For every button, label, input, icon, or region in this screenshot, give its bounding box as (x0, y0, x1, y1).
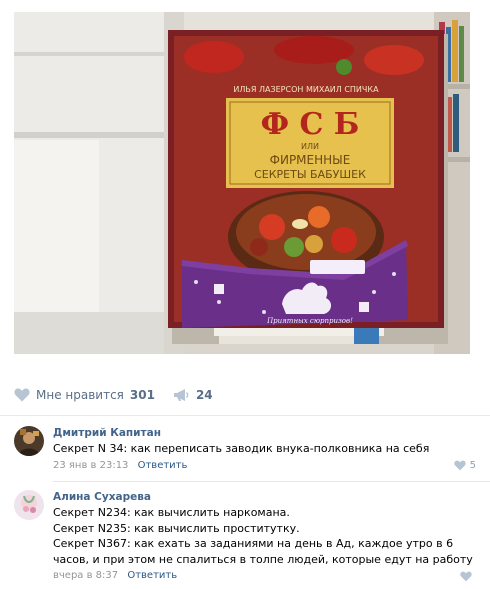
like-label[interactable]: Мне нравится (36, 388, 124, 402)
reply-link[interactable]: Ответить (127, 570, 177, 581)
avatar[interactable] (14, 426, 44, 456)
comment-text: Секрет N234: как вычислить наркомана. Се… (53, 505, 476, 567)
megaphone-icon[interactable] (173, 388, 191, 402)
comment-date[interactable]: 23 янв в 23:13 (53, 460, 128, 471)
comment-author[interactable]: Алина Сухарева (53, 490, 476, 504)
comment-item: Дмитрий Капитан Секрет N 34: как перепис… (14, 426, 476, 478)
post-photo[interactable]: ИЛЬЯ ЛАЗЕРСОН МИХАИЛ СПИЧКА Ф С Б ИЛИ ФИ… (14, 12, 470, 354)
reply-link[interactable]: Ответить (138, 460, 188, 471)
comment-text-line: Секрет N235: как вычислить проститутку. (53, 521, 300, 535)
comment-author[interactable]: Дмитрий Капитан (53, 426, 476, 440)
book-title-big: Ф С Б (261, 107, 360, 142)
heart-icon[interactable] (460, 571, 472, 582)
comment-item: Алина Сухарева Секрет N234: как вычислит… (14, 490, 476, 584)
comment-text-line: Секрет N234: как вычислить наркомана. (53, 506, 290, 519)
comment-text: Секрет N 34: как переписать заводик внук… (53, 441, 476, 457)
comment-like[interactable]: 5 (453, 460, 476, 471)
divider (0, 415, 490, 416)
post-actions: Мне нравится 301 24 (14, 380, 213, 410)
comment-text-line: Секрет N 34: как переписать заводик внук… (53, 442, 430, 455)
book-title-line2: ФИРМЕННЫЕ (270, 153, 351, 167)
book-title-line3: СЕКРЕТЫ БАБУШЕК (254, 168, 366, 181)
heart-icon[interactable] (453, 460, 466, 471)
book-title-or: ИЛИ (301, 142, 319, 151)
comment-like-count: 5 (469, 460, 476, 471)
avatar[interactable] (14, 490, 44, 520)
comment-like[interactable] (460, 571, 476, 582)
comment-date[interactable]: вчера в 8:37 (53, 570, 118, 581)
like-count[interactable]: 301 (130, 388, 155, 402)
heart-icon[interactable] (14, 388, 30, 402)
sleeve-text: Приятных сюрпризов! (266, 317, 353, 325)
comment-text-line: Секрет N367: как ехать за заданиями на д… (53, 537, 454, 550)
repost-count[interactable]: 24 (196, 388, 213, 402)
divider (53, 481, 490, 482)
book-photo-illustration: ИЛЬЯ ЛАЗЕРСОН МИХАИЛ СПИЧКА Ф С Б ИЛИ ФИ… (14, 12, 470, 354)
comment-text-line: часов, и при этом не спалиться в толпе л… (53, 552, 473, 566)
book-authors: ИЛЬЯ ЛАЗЕРСОН МИХАИЛ СПИЧКА (233, 85, 379, 94)
